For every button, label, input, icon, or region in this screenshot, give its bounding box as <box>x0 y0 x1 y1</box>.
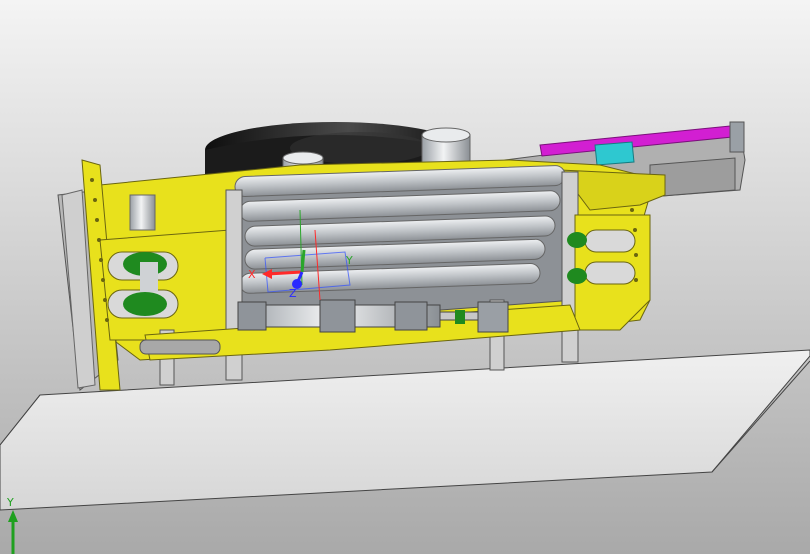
right-gear-bracket[interactable] <box>567 214 651 331</box>
roller-bed[interactable] <box>231 165 576 326</box>
cad-viewport[interactable]: X Y Z Y <box>0 0 810 554</box>
y-axis-arrow-icon <box>300 249 306 273</box>
triad-x-label: X <box>248 268 256 281</box>
corner-y-label: Y <box>6 496 14 509</box>
triad-z-label: Z <box>289 287 297 300</box>
triad-y-label: Y <box>345 254 353 267</box>
x-axis-arrow-icon <box>267 270 303 276</box>
cad-canvas[interactable]: X Y Z Y <box>0 0 810 554</box>
